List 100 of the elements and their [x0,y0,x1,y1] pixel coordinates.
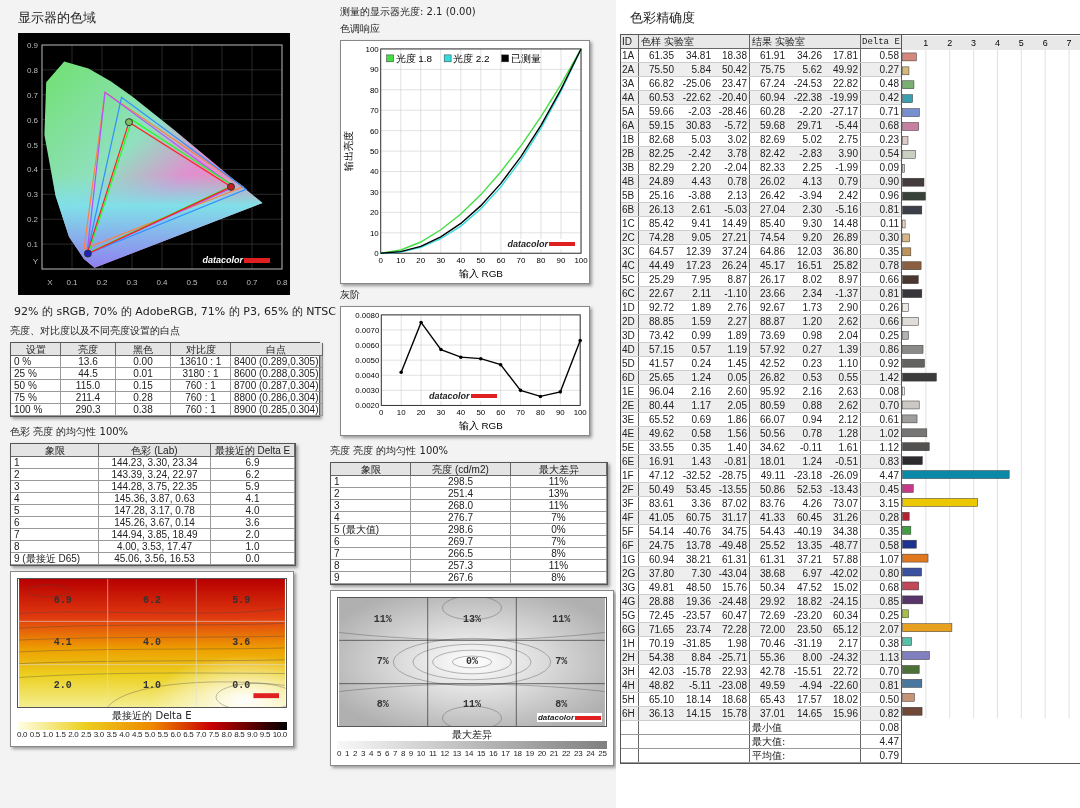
tick-label: 80 [536,408,545,418]
table-cell-text: 70.19 [647,637,675,650]
table-cell: 50 % [11,380,61,392]
heatmap-value: 8% [376,698,389,713]
table-cell: 1.86 [713,413,750,426]
heatmap-value: 8% [555,698,568,713]
column-header: 最大差异 [511,463,607,476]
heatmap-value: 13% [463,612,481,627]
table-cell-text: 0.09 [878,161,900,174]
table-cell-text: 34.62 [758,441,786,454]
table-cell-text: 0.35 [878,245,900,258]
table-cell-text: 0.35 [878,525,900,538]
legend-tick-label: 8.5 [234,730,245,740]
table-cell-text: 54.38 [647,651,675,664]
table-cell-text: 7.30 [690,567,712,580]
table-cell-text: 7.95 [690,273,712,286]
table-cell-text: 25.29 [647,273,675,286]
table-cell-text: 74.54 [758,231,786,244]
table-cell-text: 72.00 [758,623,786,636]
table-cell-text: -40.19 [792,525,823,538]
table-cell-text: 25.65 [647,371,675,384]
section-title: 色彩精确度 [630,9,696,27]
table-cell: 87.02 [713,497,750,510]
table-cell-text: -2.03 [687,105,712,118]
table-cell-text: 16.91 [647,455,675,468]
table-cell-text: 74.28 [647,231,675,244]
table-cell-text: 66.07 [758,413,786,426]
table-cell-text: 27.04 [758,203,786,216]
table-cell-text: 42.03 [647,665,675,678]
table-cell: 8 [11,541,99,553]
table-cell: 14.48 [824,217,861,230]
table-cell-text: 42.78 [758,665,786,678]
table-cell: 8700 (0.287,0.304) [231,380,323,392]
table-cell-text: 13.35 [795,539,823,552]
legend-tick-label: 13 [452,749,461,759]
table-cell-text: 28.88 [647,595,675,608]
table-cell: 760 : 1 [171,380,231,392]
table-cell-text: -23.57 [681,609,712,622]
table-cell-text: -40.76 [681,525,712,538]
tick-label: 40 [456,256,466,266]
table-cell-text: 25.52 [758,539,786,552]
legend-tick-label: 5.0 [144,730,156,740]
legend-tick-label: 15 [476,749,486,759]
table-cell-text: 82.25 [647,147,675,160]
tick-label: 0.7 [246,278,258,287]
table-cell-text: 0.38 [878,637,900,650]
legend-tick-label: 7.5 [208,730,219,740]
section-title: 测量的显示器光度: 2.1 (0.00) [340,6,477,18]
legend-tick-label: 3.5 [106,730,117,740]
table-cell-text: 53.45 [684,483,712,496]
table-cell-text: 61.91 [758,49,786,62]
table-cell: 211.4 [61,392,116,404]
table-cell: 31.17 [713,511,750,524]
table-cell: 298.6 [411,524,511,536]
table-cell-text: 26.02 [758,175,786,188]
table-cell: 73.07 [824,497,861,510]
legend-tick-label: 20 [537,749,546,759]
table-cell: 145.26, 3.67, 0.14 [99,517,211,529]
table-cell: 4.00, 3.53, 17.47 [99,541,211,553]
table-cell-text: 29.92 [758,595,786,608]
table-cell: 6 [331,536,411,548]
table-cell-text: 60.53 [647,91,675,104]
table-cell: -24.32 [824,651,861,664]
table-cell: 13.6 [61,356,116,368]
tick-label: 4 [994,37,1000,48]
table-cell: 1 [11,457,99,469]
legend-tick-label: 6 [384,749,390,759]
table-cell: -28.46 [713,105,750,118]
table-cell: 6F [621,539,639,552]
table-cell-text: 0.96 [878,189,900,202]
tick-label: 0.8 [276,278,288,287]
table-cell-text: 4.43 [690,175,712,188]
table-cell: 269.7 [411,536,511,548]
table-cell: -28.75 [713,469,750,482]
table-cell: 4 [11,493,99,505]
table-cell: 266.5 [411,548,511,560]
tick-label: 70 [369,106,379,116]
table-cell: -0.51 [824,455,861,468]
table-cell: 5D [621,357,639,370]
table-cell-text: 0.27 [878,63,900,76]
table-cell: 1 [331,476,411,488]
table-cell: 144.28, 3.75, 22.35 [99,481,211,493]
legend-tick-label: 6.0 [170,730,181,740]
table-cell-text: 60.94 [647,553,675,566]
table-cell-text: 0.78 [878,259,900,272]
summary-value: 4.47 [878,735,900,748]
legend-tick-label: 21 [549,749,559,759]
table-cell-text: 65.52 [647,413,675,426]
legend-tick-label: 0.5 [29,730,40,740]
table-cell: 17.81 [824,49,861,62]
table-cell: -13.55 [713,483,750,496]
tick-label: 0.0030 [355,386,380,396]
table-cell-text: 82.69 [758,133,786,146]
table-cell-text: 1.20 [801,315,823,328]
table-cell: -49.48 [713,539,750,552]
heatmap-value: 3.6 [232,636,251,651]
table-cell-text: 4.47 [878,469,900,482]
table-cell-text: 57.15 [647,343,675,356]
legend-tick-label: 2.5 [80,730,92,740]
section-title: 亮度 亮度 的均匀性 100% [330,445,450,457]
